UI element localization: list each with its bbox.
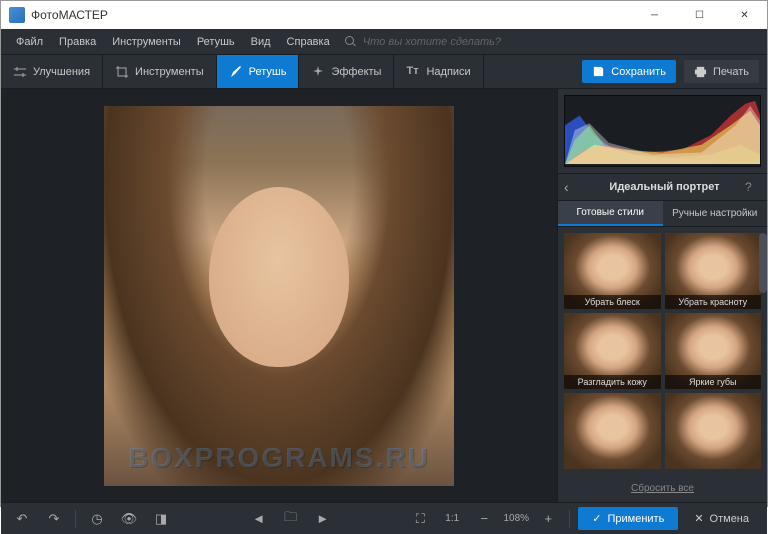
tab-label: Ретушь (249, 66, 287, 78)
app-logo-icon (9, 7, 25, 23)
preset-item[interactable] (564, 393, 661, 469)
tab-enhance[interactable]: Улучшения (1, 55, 103, 88)
minimize-button[interactable]: ─ (632, 1, 677, 29)
button-label: Отмена (710, 513, 749, 525)
preset-item[interactable]: Яркие губы (665, 313, 762, 389)
preset-label: Разгладить кожу (564, 375, 661, 389)
main-area: BOXPROGRAMS.RU ‹ Идеальный портрет (1, 89, 767, 502)
brush-icon (229, 65, 243, 79)
preset-label: Яркие губы (665, 375, 762, 389)
check-icon: ✓ (592, 512, 601, 525)
cancel-button[interactable]: ✕ Отмена (684, 507, 759, 530)
preset-item[interactable]: Убрать красноту (665, 233, 762, 309)
tab-tools[interactable]: Инструменты (103, 55, 217, 88)
help-button[interactable]: ? (745, 180, 761, 194)
printer-icon (694, 65, 707, 78)
menu-retouch[interactable]: Ретушь (190, 33, 242, 51)
titlebar: ФотоМАСТЕР ─ ☐ ✕ (1, 1, 767, 29)
sliders-icon (13, 65, 27, 79)
panel-header: ‹ Идеальный портрет ? (558, 173, 767, 201)
subtab-presets[interactable]: Готовые стили (558, 201, 663, 226)
button-label: Применить (607, 513, 664, 525)
tab-text[interactable]: Tᴛ Надписи (394, 55, 483, 88)
open-folder-button[interactable]: 🗀 (278, 508, 304, 530)
menu-edit[interactable]: Правка (52, 33, 103, 51)
menubar: Файл Правка Инструменты Ретушь Вид Справ… (1, 29, 767, 55)
panel-tabs: Готовые стили Ручные настройки (558, 201, 767, 227)
preset-item[interactable]: Разгладить кожу (564, 313, 661, 389)
preview-toggle-button[interactable]: 👁 (116, 508, 142, 530)
print-button[interactable]: Печать (684, 60, 759, 83)
menu-view[interactable]: Вид (244, 33, 278, 51)
tab-label: Надписи (426, 66, 470, 78)
preset-item[interactable] (665, 393, 762, 469)
preset-scrollbar[interactable] (759, 233, 767, 469)
subtab-manual[interactable]: Ручные настройки (663, 201, 768, 226)
apply-button[interactable]: ✓ Применить (578, 507, 678, 530)
compare-button[interactable]: ◨ (148, 508, 174, 530)
history-button[interactable]: ◷ (84, 508, 110, 530)
preset-item[interactable]: Убрать блеск (564, 233, 661, 309)
histogram[interactable] (564, 95, 761, 167)
preset-label: Убрать блеск (564, 295, 661, 309)
app-body: Файл Правка Инструменты Ретушь Вид Справ… (1, 29, 767, 534)
tab-label: Улучшения (33, 66, 90, 78)
right-panel: ‹ Идеальный портрет ? Готовые стили Ручн… (557, 89, 767, 502)
search-icon (345, 36, 357, 48)
tab-label: Эффекты (331, 66, 381, 78)
tab-effects[interactable]: Эффекты (299, 55, 394, 88)
menu-tools[interactable]: Инструменты (105, 33, 188, 51)
toolbar: Улучшения Инструменты Ретушь Эффекты Tᴛ … (1, 55, 767, 89)
zoom-out-button[interactable]: − (471, 508, 497, 530)
button-label: Сохранить (611, 66, 666, 78)
app-window: ФотоМАСТЕР ─ ☐ ✕ Файл Правка Инструменты… (0, 0, 768, 507)
redo-button[interactable]: ↷ (41, 508, 67, 530)
tab-retouch[interactable]: Ретушь (217, 55, 300, 88)
menu-file[interactable]: Файл (9, 33, 50, 51)
fit-screen-button[interactable]: ⛶ (407, 508, 433, 530)
save-button[interactable]: Сохранить (582, 60, 676, 83)
close-icon: ✕ (694, 512, 703, 525)
preset-label: Убрать красноту (665, 295, 762, 309)
crop-icon (115, 65, 129, 79)
zoom-value: 108% (503, 513, 529, 524)
menu-help[interactable]: Справка (280, 33, 337, 51)
maximize-button[interactable]: ☐ (677, 1, 722, 29)
window-title: ФотоМАСТЕР (31, 8, 632, 22)
watermark: BOXPROGRAMS.RU (128, 442, 430, 474)
reset-all-link[interactable]: Сбросить все (558, 475, 767, 502)
zoom-ratio[interactable]: 1:1 (439, 513, 465, 524)
text-icon: Tᴛ (406, 65, 420, 79)
undo-button[interactable]: ↶ (9, 508, 35, 530)
preset-grid: Убрать блеск Убрать красноту Разгладить … (558, 227, 767, 475)
panel-title: Идеальный портрет (584, 181, 745, 193)
image-canvas[interactable]: BOXPROGRAMS.RU (1, 89, 557, 502)
next-image-button[interactable]: ► (310, 508, 336, 530)
floppy-icon (592, 65, 605, 78)
sparkle-icon (311, 65, 325, 79)
button-label: Печать (713, 66, 749, 78)
tab-label: Инструменты (135, 66, 204, 78)
prev-image-button[interactable]: ◄ (246, 508, 272, 530)
photo-preview: BOXPROGRAMS.RU (104, 106, 454, 486)
zoom-in-button[interactable]: + (535, 508, 561, 530)
search-input[interactable]: Что вы хотите сделать? (363, 36, 501, 48)
back-button[interactable]: ‹ (564, 179, 584, 195)
close-button[interactable]: ✕ (722, 1, 767, 29)
